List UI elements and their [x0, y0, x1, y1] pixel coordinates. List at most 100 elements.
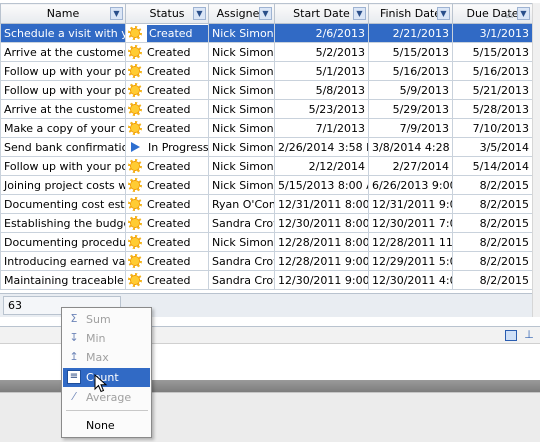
start-cell[interactable]: 5/8/2013: [274, 80, 369, 100]
table-row[interactable]: Introducing earned value Created Sandra Cr…: [0, 251, 533, 271]
filter-dropdown-icon[interactable]: ▼: [517, 7, 530, 20]
start-cell[interactable]: 2/12/2014: [274, 156, 369, 176]
assigned-cell[interactable]: Nick Simons: [208, 23, 275, 43]
name-cell[interactable]: Establishing the budget f: [0, 213, 126, 233]
assigned-cell[interactable]: Nick Simons: [208, 232, 275, 252]
assigned-cell[interactable]: Nick Simons: [208, 99, 275, 119]
status-cell[interactable]: Created: [125, 156, 209, 176]
assigned-cell[interactable]: Nick Simons: [208, 175, 275, 195]
column-header-start-date[interactable]: Start Date ▼: [274, 3, 369, 24]
status-cell[interactable]: Created: [125, 80, 209, 100]
table-row[interactable]: Maintaining traceable pla Created Sandra C…: [0, 270, 533, 290]
start-cell[interactable]: 5/1/2013: [274, 61, 369, 81]
start-cell[interactable]: 12/31/2011 8:00: [274, 194, 369, 214]
due-cell[interactable]: 3/5/2014: [452, 137, 533, 157]
table-row[interactable]: Arrive at the customer's Created Nick Simo…: [0, 42, 533, 62]
name-cell[interactable]: Arrive at the customer's: [0, 42, 126, 62]
assigned-cell[interactable]: Nick Simons: [208, 137, 275, 157]
name-cell[interactable]: Maintaining traceable pla: [0, 270, 126, 290]
finish-cell[interactable]: 2/21/2013: [368, 23, 453, 43]
table-row[interactable]: Follow up with your pote Created Nick Simo…: [0, 156, 533, 176]
table-row[interactable]: Send bank confirmation In Progress Nick Si…: [0, 137, 533, 157]
name-cell[interactable]: Documenting procedures: [0, 232, 126, 252]
column-header-assigned[interactable]: Assigned ▼: [208, 3, 275, 24]
start-cell[interactable]: 5/2/2013: [274, 42, 369, 62]
finish-cell[interactable]: 2/27/2014: [368, 156, 453, 176]
assigned-cell[interactable]: Nick Simons: [208, 118, 275, 138]
start-cell[interactable]: 12/28/2011 9:00: [274, 251, 369, 271]
name-cell[interactable]: Joining project costs with: [0, 175, 126, 195]
table-row[interactable]: Schedule a visit with you CreatedNick Sim…: [0, 23, 533, 43]
finish-cell[interactable]: 12/31/2011 9:00: [368, 194, 453, 214]
column-header-due-date[interactable]: Due Date △ ▼: [452, 3, 533, 24]
due-cell[interactable]: 3/1/2013: [452, 23, 533, 43]
assigned-cell[interactable]: Nick Simons: [208, 156, 275, 176]
status-cell[interactable]: Created: [125, 175, 209, 195]
assigned-cell[interactable]: Ryan O'Conn: [208, 194, 275, 214]
filter-dropdown-icon[interactable]: ▼: [193, 7, 206, 20]
start-cell[interactable]: 12/30/2011 8:00: [274, 213, 369, 233]
start-cell[interactable]: 12/30/2011 9:00: [274, 270, 369, 290]
table-row[interactable]: Follow up with your pote Created Nick Simo…: [0, 61, 533, 81]
window-restore-icon[interactable]: [505, 330, 517, 341]
status-cell[interactable]: Created: [125, 194, 209, 214]
finish-cell[interactable]: 5/29/2013: [368, 99, 453, 119]
filter-dropdown-icon[interactable]: ▼: [437, 7, 450, 20]
column-header-name[interactable]: Name ▼: [0, 3, 126, 24]
name-cell[interactable]: Introducing earned value: [0, 251, 126, 271]
name-cell[interactable]: Arrive at the customer's: [0, 99, 126, 119]
status-cell[interactable]: Created: [125, 213, 209, 233]
status-cell[interactable]: Created: [125, 118, 209, 138]
start-cell[interactable]: 5/15/2013 8:00 A: [274, 175, 369, 195]
filter-dropdown-icon[interactable]: ▼: [353, 7, 366, 20]
due-cell[interactable]: 5/15/2013: [452, 42, 533, 62]
assigned-cell[interactable]: Nick Simons: [208, 42, 275, 62]
table-row[interactable]: Make a copy of your cust Created Nick Simo…: [0, 118, 533, 138]
table-row[interactable]: Establishing the budget f Created Sandra C…: [0, 213, 533, 233]
finish-cell[interactable]: 12/30/2011 4:00: [368, 270, 453, 290]
name-cell[interactable]: Follow up with your pote: [0, 156, 126, 176]
table-row[interactable]: Documenting procedures Created Nick Simons…: [0, 232, 533, 252]
due-cell[interactable]: 5/21/2013: [452, 80, 533, 100]
start-cell[interactable]: 2/6/2013: [274, 23, 369, 43]
due-cell[interactable]: 7/10/2013: [452, 118, 533, 138]
due-cell[interactable]: 5/16/2013: [452, 61, 533, 81]
table-row[interactable]: Arrive at the customer's Created Nick Simo…: [0, 99, 533, 119]
vertical-scrollbar[interactable]: [532, 3, 540, 317]
finish-cell[interactable]: 7/9/2013: [368, 118, 453, 138]
assigned-cell[interactable]: Sandra Crow: [208, 270, 275, 290]
filter-dropdown-icon[interactable]: ▼: [259, 7, 272, 20]
status-cell[interactable]: Created: [125, 23, 209, 43]
table-row[interactable]: Follow up with your pote Created Nick Simo…: [0, 80, 533, 100]
column-header-status[interactable]: Status ▼: [125, 3, 209, 24]
name-cell[interactable]: Make a copy of your cust: [0, 118, 126, 138]
table-row[interactable]: Joining project costs with Created Nick Si…: [0, 175, 533, 195]
due-cell[interactable]: 5/14/2014: [452, 156, 533, 176]
due-cell[interactable]: 8/2/2015: [452, 194, 533, 214]
name-cell[interactable]: Send bank confirmation: [0, 137, 126, 157]
finish-cell[interactable]: 5/15/2013: [368, 42, 453, 62]
filter-dropdown-icon[interactable]: ▼: [110, 7, 123, 20]
assigned-cell[interactable]: Nick Simons: [208, 61, 275, 81]
start-cell[interactable]: 7/1/2013: [274, 118, 369, 138]
finish-cell[interactable]: 5/16/2013: [368, 61, 453, 81]
status-cell[interactable]: Created: [125, 99, 209, 119]
status-cell[interactable]: Created: [125, 251, 209, 271]
status-cell[interactable]: Created: [125, 61, 209, 81]
assigned-cell[interactable]: Nick Simons: [208, 80, 275, 100]
due-cell[interactable]: 8/2/2015: [452, 251, 533, 271]
name-cell[interactable]: Follow up with your pote: [0, 80, 126, 100]
finish-cell[interactable]: 3/8/2014 4:28 PM: [368, 137, 453, 157]
finish-cell[interactable]: 5/9/2013: [368, 80, 453, 100]
assigned-cell[interactable]: Sandra Crow: [208, 213, 275, 233]
due-cell[interactable]: 8/2/2015: [452, 175, 533, 195]
name-cell[interactable]: Schedule a visit with you: [0, 23, 126, 43]
table-row[interactable]: Documenting cost estima Created Ryan O'Con…: [0, 194, 533, 214]
menu-item-none[interactable]: None: [63, 416, 150, 435]
start-cell[interactable]: 2/26/2014 3:58 P: [274, 137, 369, 157]
status-cell[interactable]: Created: [125, 42, 209, 62]
finish-cell[interactable]: 12/29/2011 5:00: [368, 251, 453, 271]
due-cell[interactable]: 8/2/2015: [452, 270, 533, 290]
status-cell[interactable]: Created: [125, 232, 209, 252]
start-cell[interactable]: 5/23/2013: [274, 99, 369, 119]
